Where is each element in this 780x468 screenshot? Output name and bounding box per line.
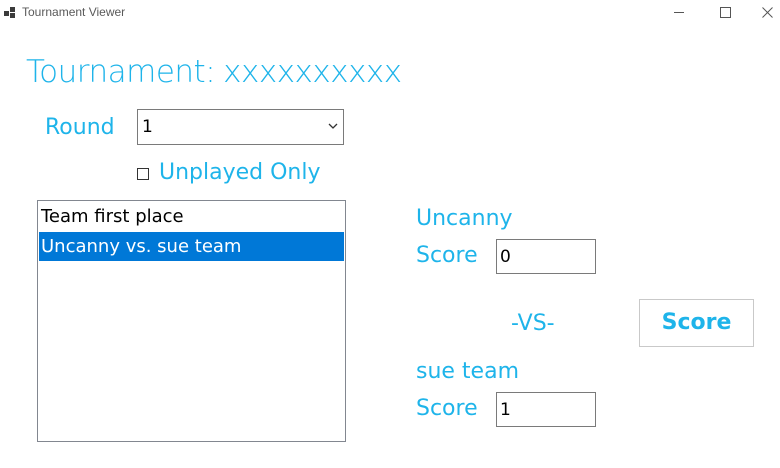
round-label: Round [45, 115, 115, 140]
tournament-name: xxxxxxxxxx [223, 54, 402, 90]
maximize-icon [720, 7, 731, 18]
title-bar: Tournament Viewer [0, 0, 780, 26]
team-two-score-value: 1 [500, 400, 511, 420]
unplayed-only-checkbox[interactable] [137, 168, 149, 180]
maximize-button[interactable] [702, 0, 748, 26]
chevron-down-icon [328, 123, 338, 129]
app-window-icon [4, 7, 15, 18]
close-button[interactable] [744, 0, 780, 26]
team-one-score-value: 0 [500, 247, 511, 267]
close-icon [762, 7, 773, 18]
tournament-viewer-window: Tournament Viewer Tournament: xxxxxxxxxx … [0, 0, 780, 468]
round-selected-value: 1 [142, 117, 153, 137]
window-title: Tournament Viewer [22, 5, 126, 19]
tournament-heading: Tournament: xxxxxxxxxx [26, 54, 402, 90]
unplayed-only-label[interactable]: Unplayed Only [159, 160, 321, 185]
versus-label: -VS- [511, 311, 555, 336]
matchup-listbox[interactable]: Team first place Uncanny vs. sue team [37, 200, 346, 442]
tournament-label: Tournament: [26, 54, 216, 90]
list-item[interactable]: Team first place [39, 202, 344, 231]
list-item-selected[interactable]: Uncanny vs. sue team [39, 232, 344, 261]
team-one-score-input[interactable]: 0 [496, 239, 596, 274]
team-two-score-input[interactable]: 1 [496, 392, 596, 427]
round-dropdown[interactable]: 1 [137, 109, 344, 145]
score-button[interactable]: Score [639, 299, 754, 347]
minimize-button[interactable] [656, 0, 702, 26]
team-one-score-label: Score [416, 243, 478, 268]
minimize-icon [674, 12, 684, 13]
team-two-score-label: Score [416, 396, 478, 421]
team-two-name: sue team [416, 359, 520, 384]
team-one-name: Uncanny [416, 206, 513, 231]
